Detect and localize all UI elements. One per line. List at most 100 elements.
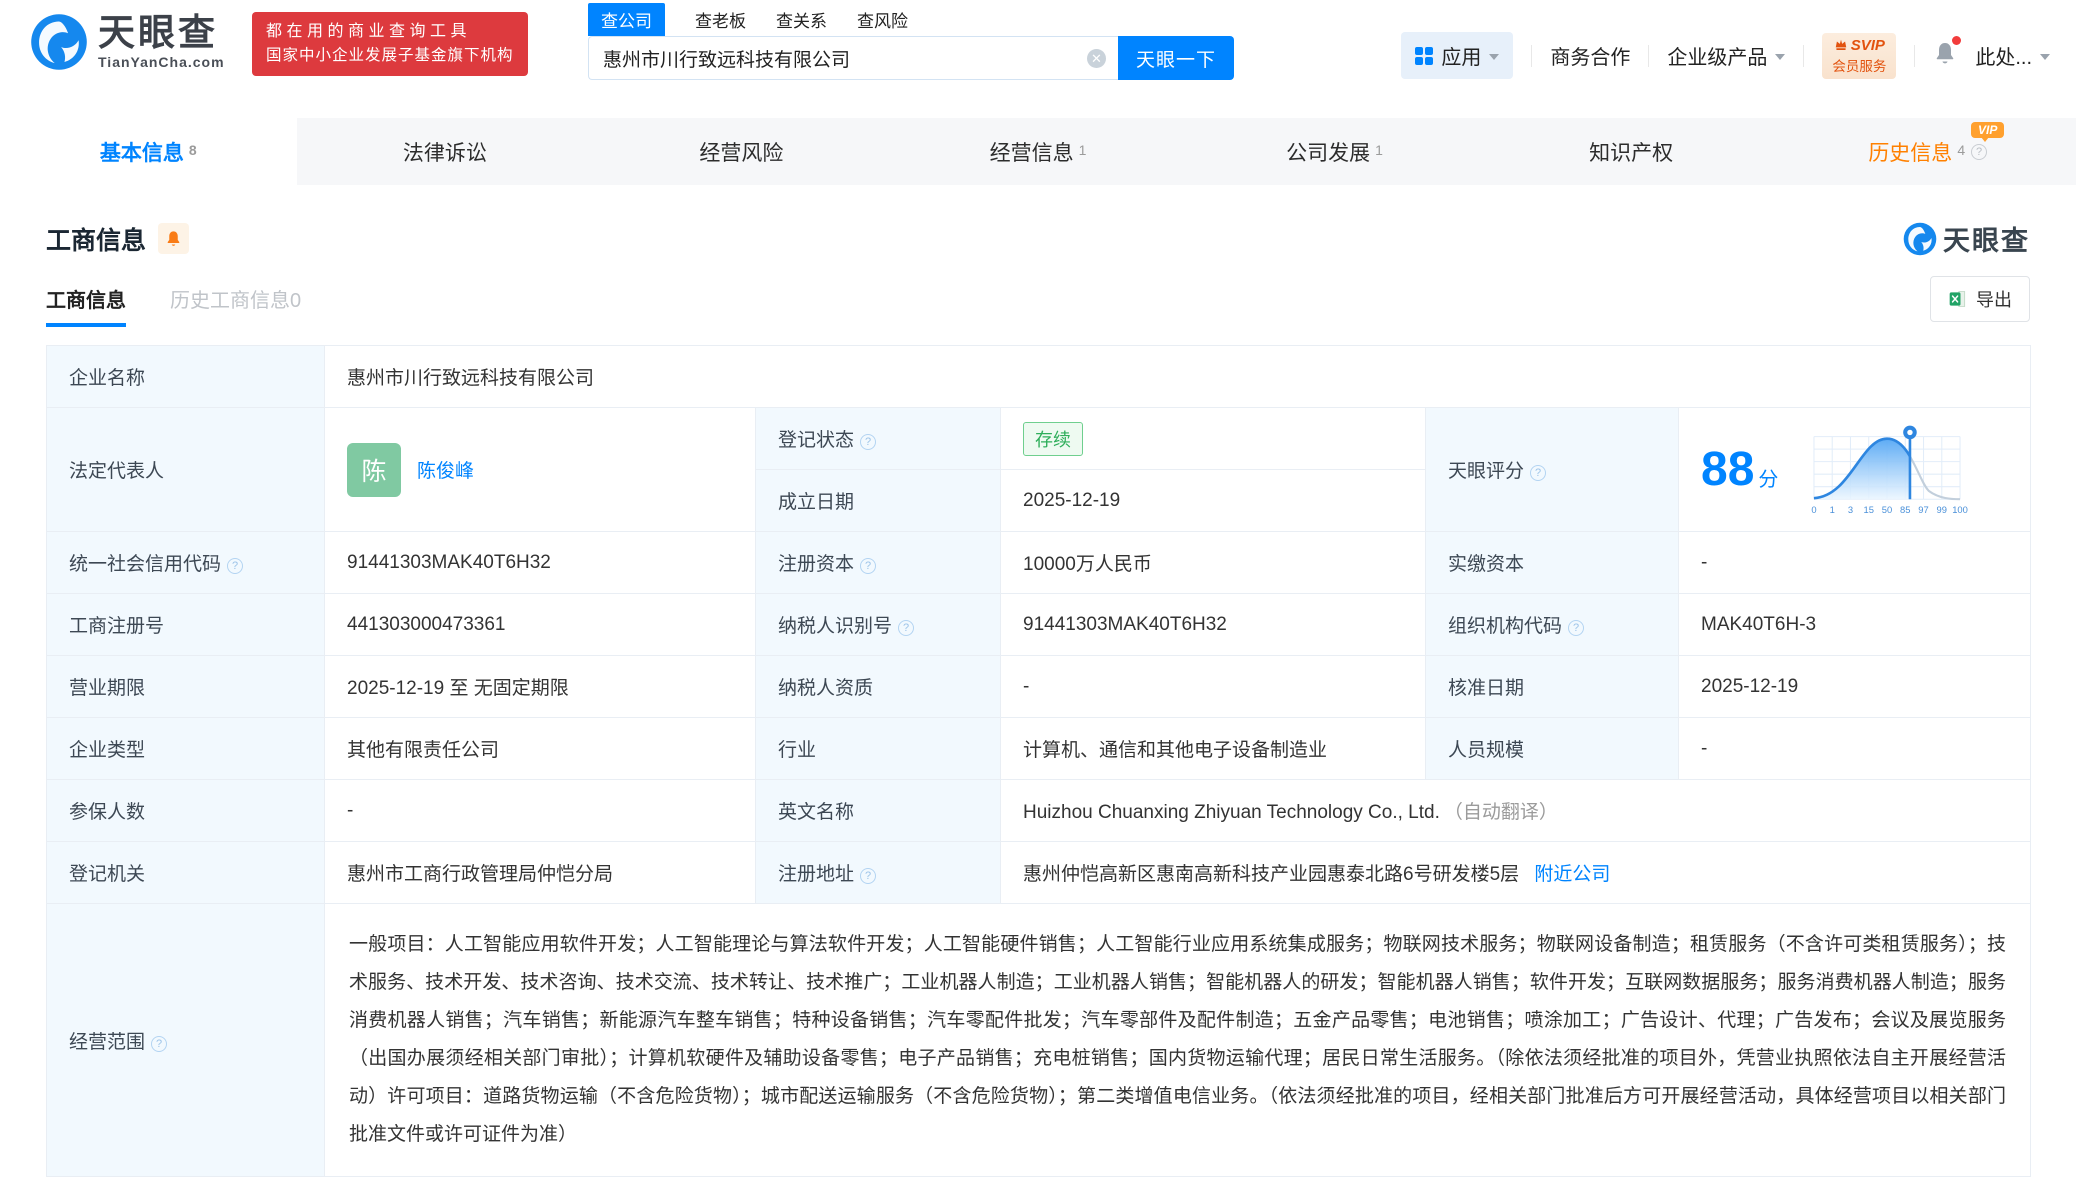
notification-bell-icon[interactable] <box>1933 40 1957 72</box>
field-label: 天眼评分? <box>1426 408 1679 532</box>
content: 工商信息 天眼查 工商信息 历史工商信息0 导出 <box>0 219 2076 1177</box>
table-row: 登记机关 惠州市工商行政管理局仲恺分局 注册地址? 惠州仲恺高新区惠南高新科技产… <box>47 842 2031 904</box>
tianyancha-logo[interactable]: 天眼查 TianYanCha.com <box>30 13 225 71</box>
nav-biz-coop[interactable]: 商务合作 <box>1550 41 1630 70</box>
search-input[interactable] <box>588 36 1118 80</box>
clear-icon[interactable]: ✕ <box>1087 49 1106 68</box>
tianyancha-logo-icon <box>1903 222 1937 256</box>
field-label: 行业 <box>756 718 1001 780</box>
tab-legal[interactable]: 法律诉讼 <box>297 118 594 185</box>
field-value: 其他有限责任公司 <box>325 718 756 780</box>
field-value: 2025-12-19 至 无固定期限 <box>325 656 756 718</box>
divider <box>1914 45 1915 67</box>
vip-badge: VIP <box>1971 122 2004 138</box>
search-tab-boss[interactable]: 查老板 <box>695 7 746 36</box>
table-row: 工商注册号 441303000473361 纳税人识别号? 91441303MA… <box>47 594 2031 656</box>
field-label: 营业期限 <box>47 656 325 718</box>
help-icon[interactable]: ? <box>860 434 876 450</box>
tab-operating-risk[interactable]: 经营风险 <box>593 118 890 185</box>
table-row: 统一社会信用代码? 91441303MAK40T6H32 注册资本? 10000… <box>47 532 2031 594</box>
field-value: - <box>325 780 756 842</box>
tab-count: 1 <box>1375 142 1383 158</box>
tab-count: 8 <box>189 142 197 158</box>
tab-label: 公司发展 <box>1286 137 1370 167</box>
help-icon[interactable]: ? <box>1971 144 1987 160</box>
help-icon[interactable]: ? <box>1568 620 1584 636</box>
subtab-history-registration[interactable]: 历史工商信息0 <box>170 284 301 327</box>
field-label: 注册资本? <box>756 532 1001 594</box>
tab-label: 法律诉讼 <box>403 137 487 167</box>
tab-business-info[interactable]: 经营信息 1 <box>890 118 1187 185</box>
tab-count: 4 <box>1957 142 1965 158</box>
tab-intellectual-property[interactable]: 知识产权 <box>1483 118 1780 185</box>
field-label: 组织机构代码? <box>1426 594 1679 656</box>
section-title: 工商信息 <box>46 221 146 257</box>
establish-date-value: 2025-12-19 <box>1001 470 1426 532</box>
business-scope-value: 一般项目：人工智能应用软件开发；人工智能理论与算法软件开发；人工智能硬件销售；人… <box>325 904 2031 1177</box>
field-label-text: 经营范围 <box>69 1032 145 1053</box>
field-value: 2025-12-19 <box>1679 656 2031 718</box>
nav-enterprise-label: 企业级产品 <box>1667 41 1767 70</box>
field-label: 注册地址? <box>756 842 1001 904</box>
help-icon[interactable]: ? <box>227 558 243 574</box>
svg-text:0: 0 <box>1812 503 1817 514</box>
search-tab-relation[interactable]: 查关系 <box>776 7 827 36</box>
field-label: 登记状态? <box>756 408 1001 470</box>
apps-button[interactable]: 应用 <box>1401 32 1513 79</box>
avatar[interactable]: 陈 <box>347 443 401 497</box>
help-icon[interactable]: ? <box>860 558 876 574</box>
export-button[interactable]: 导出 <box>1930 276 2030 322</box>
search-button[interactable]: 天眼一下 <box>1118 36 1234 80</box>
help-icon[interactable]: ? <box>151 1036 167 1052</box>
field-value: - <box>1679 718 2031 780</box>
auto-translate-note: （自动翻译） <box>1444 802 1558 823</box>
user-menu[interactable]: 此处... <box>1975 41 2050 70</box>
tab-history-info[interactable]: VIP 历史信息 4 ? <box>1779 118 2076 185</box>
legal-rep-link[interactable]: 陈俊峰 <box>417 456 474 483</box>
field-label: 工商注册号 <box>47 594 325 656</box>
field-value: - <box>1001 656 1426 718</box>
subtab-bar: 工商信息 历史工商信息0 导出 <box>46 284 2030 327</box>
field-label: 核准日期 <box>1426 656 1679 718</box>
subtab-business-registration[interactable]: 工商信息 <box>46 284 126 327</box>
field-label-text: 组织机构代码 <box>1448 616 1562 637</box>
subscribe-bell-icon[interactable] <box>158 223 189 254</box>
search-area: 查公司 查老板 查关系 查风险 ✕ 天眼一下 <box>588 6 1234 80</box>
apps-label: 应用 <box>1441 41 1481 70</box>
svg-text:3: 3 <box>1848 503 1853 514</box>
promo-badge: 都在用的商业查询工具 国家中小企业发展子基金旗下机构 <box>252 12 528 76</box>
tab-company-development[interactable]: 公司发展 1 <box>1186 118 1483 185</box>
help-icon[interactable]: ? <box>1530 465 1546 481</box>
nearby-companies-link[interactable]: 附近公司 <box>1534 864 1610 885</box>
tab-basic-info[interactable]: 基本信息 8 <box>0 118 297 185</box>
field-label: 登记机关 <box>47 842 325 904</box>
tianyancha-logo-icon <box>30 13 88 71</box>
field-label: 实缴资本 <box>1426 532 1679 594</box>
svip-label: SVIP <box>1851 37 1885 54</box>
help-icon[interactable]: ? <box>860 868 876 884</box>
svg-text:85: 85 <box>1900 503 1910 514</box>
score-distribution-chart[interactable]: 0 1 3 15 50 85 97 99 100 <box>1798 422 1976 518</box>
chevron-down-icon <box>1489 54 1499 60</box>
svg-text:1: 1 <box>1830 503 1835 514</box>
score-unit: 分 <box>1758 463 1778 492</box>
field-label: 英文名称 <box>756 780 1001 842</box>
business-scope-text: 一般项目：人工智能应用软件开发；人工智能理论与算法软件开发；人工智能硬件销售；人… <box>347 920 2008 1160</box>
help-icon[interactable]: ? <box>898 620 914 636</box>
main-tab-bar: 基本信息 8 法律诉讼 经营风险 经营信息 1 公司发展 1 知识产权 VIP … <box>0 118 2076 185</box>
svip-badge[interactable]: SVIP 会员服务 <box>1822 33 1896 79</box>
field-value: 计算机、通信和其他电子设备制造业 <box>1001 718 1426 780</box>
nav-enterprise[interactable]: 企业级产品 <box>1667 41 1785 70</box>
tab-label: 经营信息 <box>990 137 1074 167</box>
crown-icon <box>1834 38 1848 52</box>
business-info-table: 企业名称 惠州市川行致远科技有限公司 法定代表人 陈 陈俊峰 登记状态? 存续 <box>46 345 2031 1177</box>
search-tab-company[interactable]: 查公司 <box>588 3 665 36</box>
field-label: 纳税人资质 <box>756 656 1001 718</box>
search-tab-risk[interactable]: 查风险 <box>857 7 908 36</box>
tab-label: 经营风险 <box>699 137 783 167</box>
score-value: 88 <box>1701 446 1754 494</box>
field-label: 统一社会信用代码? <box>47 532 325 594</box>
table-row: 参保人数 - 英文名称 Huizhou Chuanxing Zhiyuan Te… <box>47 780 2031 842</box>
field-label: 经营范围? <box>47 904 325 1177</box>
field-value: 441303000473361 <box>325 594 756 656</box>
